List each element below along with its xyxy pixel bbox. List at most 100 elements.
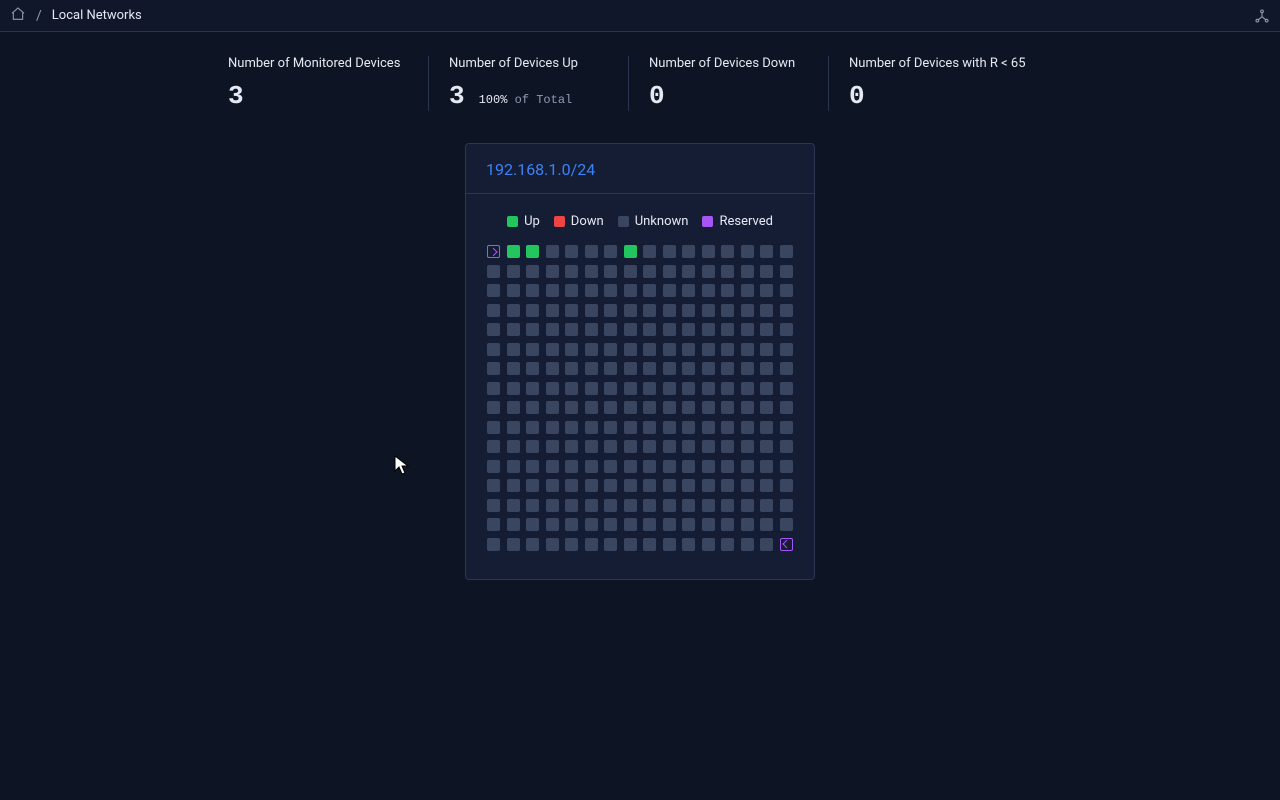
- ip-cell[interactable]: [721, 304, 734, 317]
- ip-cell[interactable]: [682, 382, 695, 395]
- ip-cell[interactable]: [487, 265, 500, 278]
- ip-cell[interactable]: [741, 284, 754, 297]
- ip-cell[interactable]: [604, 284, 617, 297]
- ip-cell[interactable]: [643, 343, 656, 356]
- ip-cell[interactable]: [682, 518, 695, 531]
- ip-cell[interactable]: [604, 499, 617, 512]
- ip-cell[interactable]: [780, 518, 793, 531]
- ip-cell[interactable]: [565, 382, 578, 395]
- ip-cell[interactable]: [682, 538, 695, 551]
- ip-cell[interactable]: [487, 538, 500, 551]
- ip-cell[interactable]: [702, 343, 715, 356]
- ip-cell[interactable]: [487, 284, 500, 297]
- ip-cell[interactable]: [487, 499, 500, 512]
- ip-cell[interactable]: [780, 245, 793, 258]
- ip-cell[interactable]: [741, 323, 754, 336]
- ip-cell[interactable]: [526, 421, 539, 434]
- ip-cell[interactable]: [487, 304, 500, 317]
- ip-cell[interactable]: [721, 265, 734, 278]
- ip-cell[interactable]: [487, 245, 500, 258]
- ip-cell[interactable]: [546, 362, 559, 375]
- ip-cell[interactable]: [526, 265, 539, 278]
- ip-cell[interactable]: [565, 265, 578, 278]
- ip-cell[interactable]: [643, 323, 656, 336]
- ip-cell[interactable]: [682, 304, 695, 317]
- ip-cell[interactable]: [565, 421, 578, 434]
- ip-cell[interactable]: [507, 284, 520, 297]
- ip-cell[interactable]: [643, 440, 656, 453]
- ip-cell[interactable]: [565, 304, 578, 317]
- ip-cell[interactable]: [526, 401, 539, 414]
- ip-cell[interactable]: [487, 440, 500, 453]
- ip-cell[interactable]: [643, 538, 656, 551]
- ip-cell[interactable]: [702, 440, 715, 453]
- ip-cell[interactable]: [780, 265, 793, 278]
- ip-cell[interactable]: [585, 343, 598, 356]
- ip-cell[interactable]: [780, 479, 793, 492]
- ip-cell[interactable]: [487, 382, 500, 395]
- ip-cell[interactable]: [780, 460, 793, 473]
- ip-cell[interactable]: [624, 362, 637, 375]
- ip-cell[interactable]: [760, 518, 773, 531]
- ip-cell[interactable]: [741, 479, 754, 492]
- ip-cell[interactable]: [624, 479, 637, 492]
- ip-cell[interactable]: [760, 362, 773, 375]
- ip-cell[interactable]: [585, 382, 598, 395]
- ip-cell[interactable]: [663, 538, 676, 551]
- ip-cell[interactable]: [741, 362, 754, 375]
- ip-cell[interactable]: [702, 304, 715, 317]
- ip-cell[interactable]: [682, 245, 695, 258]
- ip-cell[interactable]: [721, 518, 734, 531]
- ip-cell[interactable]: [507, 479, 520, 492]
- ip-cell[interactable]: [682, 265, 695, 278]
- ip-cell[interactable]: [565, 538, 578, 551]
- ip-cell[interactable]: [760, 479, 773, 492]
- ip-cell[interactable]: [760, 460, 773, 473]
- ip-cell[interactable]: [741, 401, 754, 414]
- ip-cell[interactable]: [526, 245, 539, 258]
- ip-cell[interactable]: [663, 323, 676, 336]
- ip-cell[interactable]: [604, 304, 617, 317]
- ip-cell[interactable]: [507, 323, 520, 336]
- ip-cell[interactable]: [663, 362, 676, 375]
- ip-cell[interactable]: [526, 284, 539, 297]
- ip-cell[interactable]: [682, 421, 695, 434]
- ip-cell[interactable]: [741, 304, 754, 317]
- ip-cell[interactable]: [721, 538, 734, 551]
- ip-cell[interactable]: [780, 401, 793, 414]
- ip-cell[interactable]: [487, 323, 500, 336]
- ip-cell[interactable]: [643, 245, 656, 258]
- ip-cell[interactable]: [663, 382, 676, 395]
- ip-cell[interactable]: [643, 304, 656, 317]
- ip-cell[interactable]: [682, 343, 695, 356]
- ip-cell[interactable]: [546, 440, 559, 453]
- ip-cell[interactable]: [663, 440, 676, 453]
- ip-cell[interactable]: [682, 323, 695, 336]
- ip-cell[interactable]: [585, 538, 598, 551]
- ip-cell[interactable]: [741, 343, 754, 356]
- ip-cell[interactable]: [760, 304, 773, 317]
- ip-cell[interactable]: [565, 499, 578, 512]
- ip-cell[interactable]: [585, 421, 598, 434]
- ip-cell[interactable]: [546, 401, 559, 414]
- ip-cell[interactable]: [721, 323, 734, 336]
- ip-cell[interactable]: [780, 421, 793, 434]
- ip-cell[interactable]: [604, 440, 617, 453]
- ip-cell[interactable]: [546, 421, 559, 434]
- ip-cell[interactable]: [507, 382, 520, 395]
- ip-cell[interactable]: [624, 304, 637, 317]
- ip-cell[interactable]: [760, 499, 773, 512]
- ip-cell[interactable]: [487, 460, 500, 473]
- ip-cell[interactable]: [663, 304, 676, 317]
- ip-cell[interactable]: [760, 382, 773, 395]
- ip-cell[interactable]: [546, 479, 559, 492]
- ip-cell[interactable]: [702, 499, 715, 512]
- ip-cell[interactable]: [585, 362, 598, 375]
- ip-cell[interactable]: [585, 304, 598, 317]
- ip-cell[interactable]: [760, 538, 773, 551]
- ip-cell[interactable]: [546, 265, 559, 278]
- ip-cell[interactable]: [546, 245, 559, 258]
- ip-cell[interactable]: [604, 479, 617, 492]
- ip-cell[interactable]: [702, 245, 715, 258]
- ip-cell[interactable]: [565, 323, 578, 336]
